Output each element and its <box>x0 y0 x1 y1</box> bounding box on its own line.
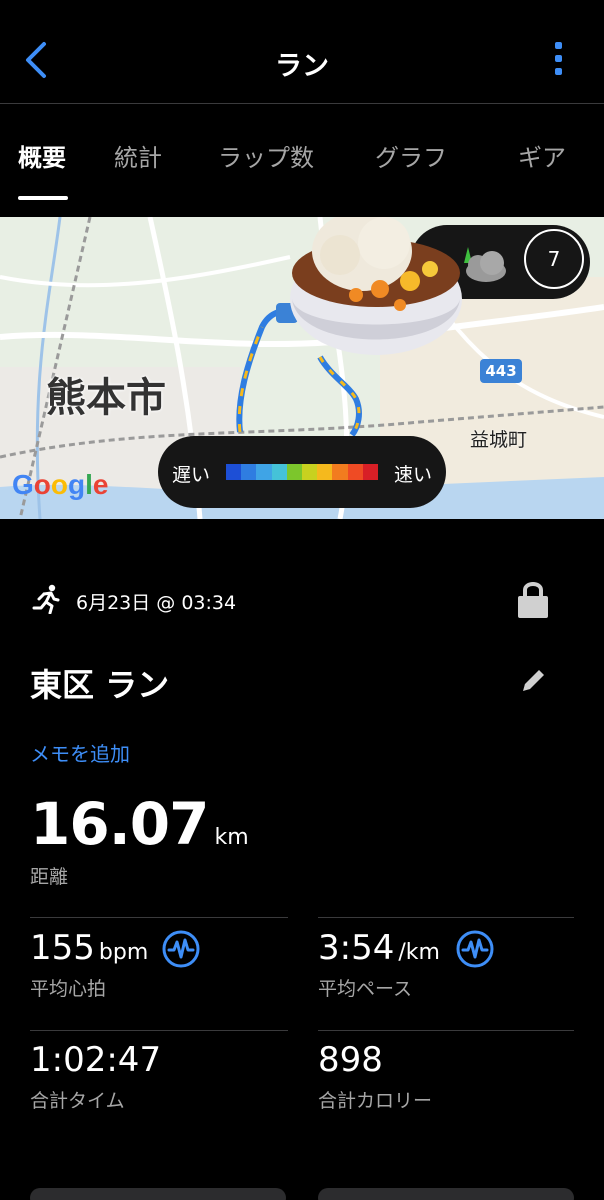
divider <box>318 917 574 918</box>
pace-color-segment <box>362 464 379 480</box>
avg-pace-unit: /km <box>398 940 440 965</box>
active-tab-indicator <box>18 196 68 200</box>
route-map[interactable]: 熊本市 益城町 443 Google 7 遅い 速い <box>0 217 604 519</box>
pace-legend: 遅い 速い <box>158 436 446 508</box>
divider <box>30 1030 288 1031</box>
distance-value: 16.07 km <box>30 790 249 858</box>
road-number-badge: 443 <box>480 359 522 383</box>
page-title: ラン <box>275 51 329 82</box>
lock-icon[interactable] <box>516 578 550 618</box>
curry-rice-icon <box>290 217 462 355</box>
avg-hr-label: 平均心拍 <box>30 978 107 1000</box>
pencil-icon[interactable] <box>520 666 548 694</box>
total-time-value: 1:02:47 <box>30 1040 162 1080</box>
calories-value: 898 <box>318 1040 383 1080</box>
tab-overview[interactable]: 概要 <box>18 138 66 173</box>
calories-label: 合計カロリー <box>318 1090 433 1112</box>
avg-pace-stat: 3:54/km <box>318 928 440 968</box>
pace-color-segment <box>286 464 303 480</box>
pace-color-segment <box>256 464 272 480</box>
activity-name: 東区 ラン <box>30 666 170 704</box>
divider <box>30 917 288 918</box>
town-label: 益城町 <box>470 429 528 451</box>
pace-color-segment <box>226 464 242 480</box>
divider <box>318 1030 574 1031</box>
heart-rate-chart-icon[interactable] <box>162 930 200 968</box>
city-label: 熊本市 <box>46 375 166 421</box>
avg-hr-unit: bpm <box>98 940 149 965</box>
distance-label: 距離 <box>30 866 69 888</box>
google-logo: Google <box>12 469 109 500</box>
avg-pace-label: 平均ペース <box>318 978 413 1000</box>
pace-color-segment <box>241 464 257 480</box>
pace-color-segment <box>317 464 333 480</box>
vertical-ellipsis-icon <box>554 42 562 49</box>
add-memo-link[interactable]: メモを追加 <box>30 738 130 767</box>
calories-stat: 898 <box>318 1040 383 1080</box>
total-time-label: 合計タイム <box>30 1090 125 1112</box>
pace-chart-icon[interactable] <box>456 930 494 968</box>
compass-icon[interactable]: 7 <box>524 229 584 289</box>
bottom-action-button-left[interactable] <box>30 1188 286 1200</box>
legend-slow-label: 遅い <box>172 464 211 486</box>
tab-bar: 概要 統計 ラップ数 グラフ ギア <box>0 104 604 200</box>
tab-graphs[interactable]: グラフ <box>375 138 447 173</box>
avg-hr-stat: 155 bpm <box>30 928 148 968</box>
more-options-button[interactable] <box>550 42 566 82</box>
distance-number: 16.07 <box>30 790 209 858</box>
tab-stats[interactable]: 統計 <box>114 138 162 173</box>
pace-color-segment <box>332 464 348 480</box>
avg-hr-value: 155 <box>30 928 95 968</box>
pace-color-segment <box>347 464 363 480</box>
distance-unit: km <box>214 825 249 850</box>
top-app-bar: ラン <box>0 0 604 104</box>
total-time-stat: 1:02:47 <box>30 1040 161 1080</box>
legend-fast-label: 速い <box>393 464 432 486</box>
avg-pace-value: 3:54 <box>318 928 395 968</box>
tab-laps[interactable]: ラップ数 <box>218 138 314 173</box>
activity-date: 6月23日 @ 03:34 <box>76 592 237 614</box>
running-icon <box>32 584 60 614</box>
pace-color-segment <box>302 464 318 480</box>
pace-color-scale <box>226 464 379 480</box>
bottom-action-button-right[interactable] <box>318 1188 574 1200</box>
pace-color-segment <box>271 464 287 480</box>
tab-gear[interactable]: ギア <box>518 138 566 173</box>
